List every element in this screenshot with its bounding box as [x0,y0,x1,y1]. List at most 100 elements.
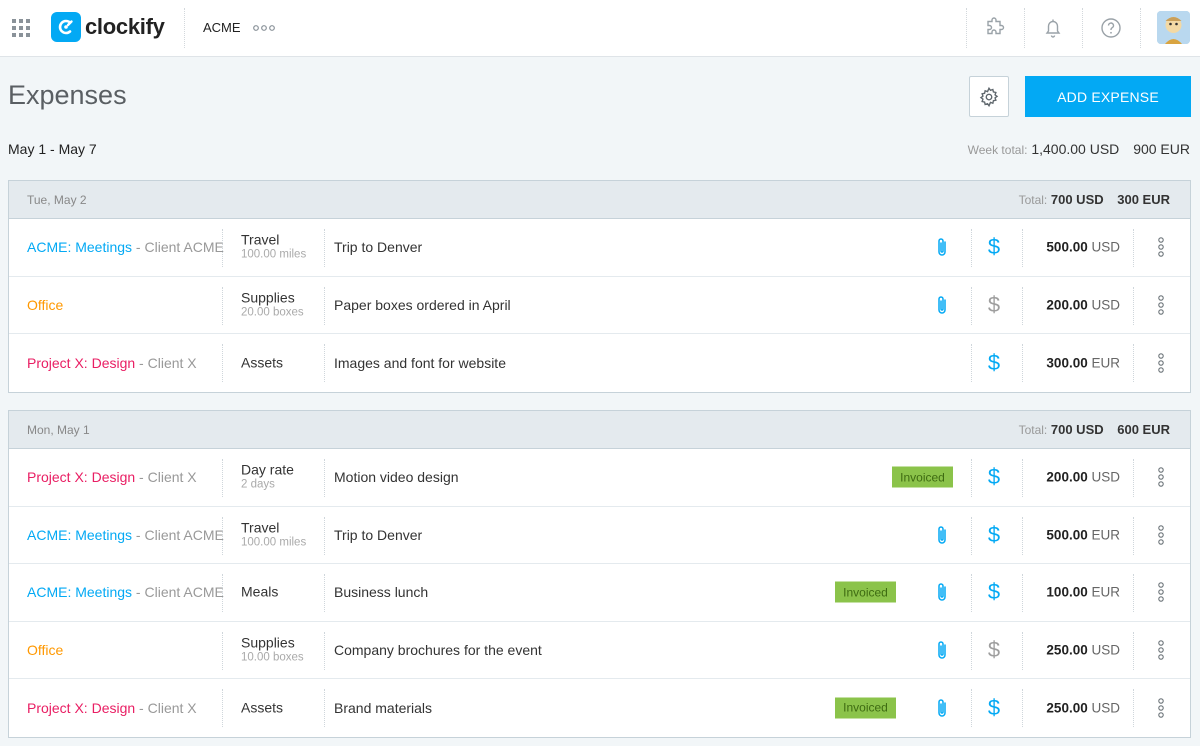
project-cell[interactable]: Project X: Design - Client X [27,469,197,485]
more-vertical-icon[interactable] [1157,697,1165,719]
expense-row[interactable]: Office Supplies 20.00 boxes Paper boxes ord… [9,277,1190,334]
week-total-usd: 1,400.00 USD [1031,141,1120,157]
bell-icon[interactable] [1041,16,1065,40]
settings-button[interactable] [969,76,1009,117]
billable-dollar-icon[interactable]: $ [986,637,1002,662]
expense-row[interactable]: Project X: Design - Client X Assets Brand … [9,679,1190,737]
help-icon[interactable] [1099,16,1123,40]
puzzle-icon[interactable] [983,16,1007,40]
divider [1133,574,1134,612]
divider [1022,574,1023,612]
expense-description[interactable]: Motion video design [334,469,459,485]
divider [971,286,972,325]
project-cell[interactable]: ACME: Meetings - Client ACME [27,239,224,255]
expense-description[interactable]: Company brochures for the event [334,642,542,658]
expense-description[interactable]: Paper boxes ordered in April [334,297,511,313]
week-total-label: Week total: [967,143,1028,157]
category-cell[interactable]: Supplies 20.00 boxes [241,290,304,319]
client-name: - Client X [135,469,197,486]
expense-description[interactable]: Business lunch [334,584,428,600]
more-vertical-icon[interactable] [1157,581,1165,603]
billable-dollar-icon[interactable]: $ [986,465,1002,489]
billable-dollar-icon[interactable]: $ [986,580,1002,604]
category-cell[interactable]: Supplies 10.00 boxes [241,635,304,664]
amount-currency: USD [1091,469,1120,485]
add-expense-button[interactable]: ADD EXPENSE [1025,76,1191,117]
expense-row[interactable]: ACME: Meetings - Client ACME Travel 100.00… [9,507,1190,564]
expense-row[interactable]: ACME: Meetings - Client ACME Meals Busines… [9,564,1190,622]
apps-grid-icon[interactable] [12,19,30,37]
gear-icon [979,86,999,107]
divider [971,344,972,382]
project-cell[interactable]: ACME: Meetings - Client ACME [27,584,224,600]
expense-description[interactable]: Images and font for website [334,355,506,371]
user-avatar[interactable] [1157,11,1190,44]
more-vertical-icon[interactable] [1157,352,1165,374]
expense-description[interactable]: Trip to Denver [334,527,422,543]
project-cell[interactable]: Office [27,642,63,658]
divider [324,229,325,267]
divider [1133,286,1134,325]
day-total-label: Total: [1018,193,1048,207]
client-name: - Client ACME [132,584,224,601]
more-vertical-icon[interactable] [1157,639,1165,661]
expense-description[interactable]: Trip to Denver [334,239,422,255]
divider [184,8,185,48]
workspace-name[interactable]: ACME [203,20,241,35]
paperclip-icon[interactable] [934,639,950,661]
divider [324,516,325,555]
more-vertical-icon[interactable] [1157,236,1165,258]
more-horizontal-icon[interactable] [253,24,275,32]
divider [1133,459,1134,497]
top-bar: clockify ACME [0,0,1200,57]
app-logo[interactable]: clockify [51,12,165,42]
divider [222,344,223,382]
billable-dollar-icon[interactable]: $ [986,522,1002,547]
category-cell[interactable]: Travel 100.00 miles [241,232,307,262]
billable-dollar-icon[interactable]: $ [986,350,1002,375]
billable-dollar-icon[interactable]: $ [986,235,1002,259]
expense-description[interactable]: Brand materials [334,700,432,716]
project-cell[interactable]: ACME: Meetings - Client ACME [27,527,224,543]
billable-dollar-icon[interactable]: $ [986,292,1002,317]
divider [1024,8,1025,48]
paperclip-icon[interactable] [934,236,950,258]
divider [1022,631,1023,670]
divider [1022,516,1023,555]
project-cell[interactable]: Project X: Design - Client X [27,355,197,371]
category-name: Assets [241,354,284,371]
project-cell[interactable]: Project X: Design - Client X [27,700,197,716]
expense-amount: 100.00 EUR [1046,585,1120,600]
category-name: Meals [241,583,279,600]
paperclip-icon[interactable] [934,697,950,719]
more-vertical-icon[interactable] [1157,524,1165,546]
category-cell[interactable]: Travel 100.00 miles [241,520,306,549]
invoiced-badge: Invoiced [835,581,896,603]
category-cell[interactable]: Assets [241,355,283,370]
category-cell[interactable]: Assets [241,700,283,715]
category-cell[interactable]: Day rate 2 days [241,462,294,492]
amount-value: 250.00 [1046,700,1088,716]
clockify-logo-icon [51,12,81,42]
more-vertical-icon[interactable] [1157,466,1165,488]
more-vertical-icon[interactable] [1157,294,1165,316]
amount-currency: USD [1091,297,1120,313]
paperclip-icon[interactable] [934,524,950,546]
category-quantity: 100.00 miles [241,248,307,261]
expense-row[interactable]: ACME: Meetings - Client ACME Travel 100.00… [9,219,1190,277]
paperclip-icon[interactable] [934,294,950,316]
billable-dollar-icon[interactable]: $ [986,695,1002,720]
project-cell[interactable]: Office [27,297,63,313]
amount-currency: EUR [1091,584,1120,600]
expense-amount: 300.00 EUR [1046,355,1120,370]
divider [222,631,223,670]
expense-amount: 500.00 EUR [1046,527,1120,542]
expense-row[interactable]: Office Supplies 10.00 boxes Company brochur… [9,622,1190,679]
category-name: Assets [241,699,284,716]
expense-row[interactable]: Project X: Design - Client X Assets Images… [9,334,1190,392]
divider [966,8,967,48]
category-cell[interactable]: Meals [241,583,279,600]
divider [1133,229,1134,267]
paperclip-icon[interactable] [934,581,950,603]
expense-row[interactable]: Project X: Design - Client X Day rate 2 da… [9,449,1190,507]
